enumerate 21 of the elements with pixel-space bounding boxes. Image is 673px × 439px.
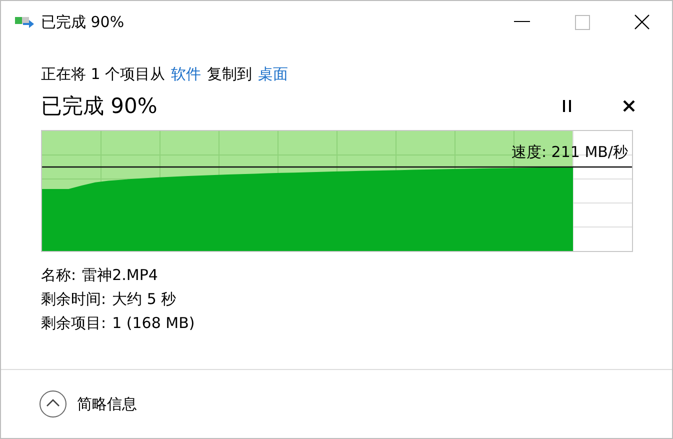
window-title: 已完成 90% — [41, 12, 126, 32]
detail-label: 剩余时间: — [41, 290, 106, 309]
minimize-icon — [514, 21, 530, 23]
detail-label: 名称: — [41, 266, 76, 285]
progress-heading: 已完成 90% — [41, 93, 158, 120]
close-icon — [634, 14, 650, 30]
speed-text: 速度: 211 MB/秒 — [511, 143, 628, 162]
detail-value: 雷神2.MP4 — [82, 266, 158, 285]
detail-value: 1 (168 MB) — [112, 314, 195, 333]
copy-status-text: 复制到 — [207, 65, 252, 84]
file-copy-icon — [15, 15, 35, 29]
pause-icon — [562, 100, 572, 112]
detail-label: 剩余项目: — [41, 314, 106, 333]
copy-status-text: 正在将 1 个项目从 — [41, 65, 166, 84]
maximize-icon — [574, 14, 590, 30]
detail-value: 大约 5 秒 — [112, 290, 176, 309]
chevron-circle-icon — [39, 390, 67, 418]
folder-link[interactable]: 软件 — [171, 65, 202, 84]
close-icon — [623, 100, 635, 112]
folder-link[interactable]: 桌面 — [258, 65, 288, 84]
details-toggle[interactable]: 简略信息 — [39, 390, 137, 418]
